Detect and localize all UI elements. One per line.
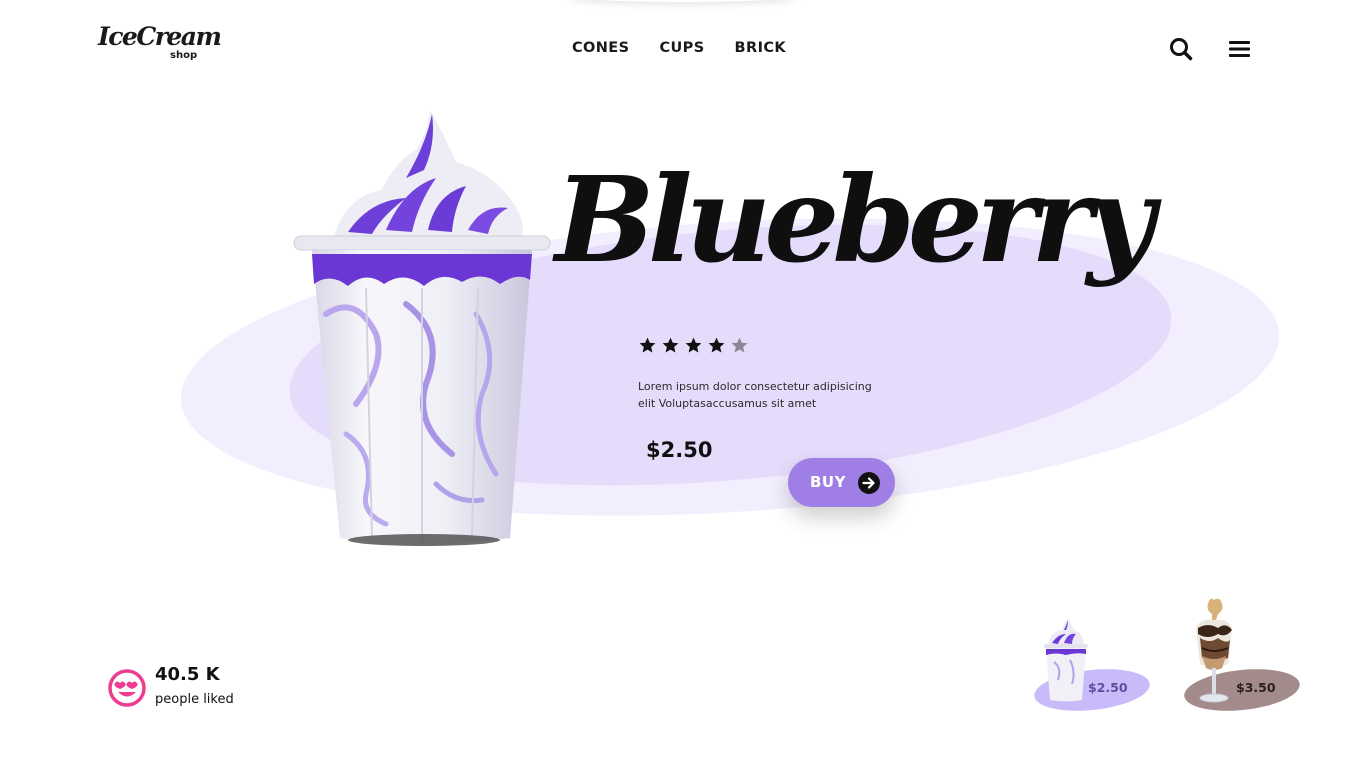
logo-text: IceCream — [98, 22, 222, 51]
thumbnail-blueberry[interactable]: $2.50 — [1030, 614, 1154, 716]
hamburger-menu-icon — [1229, 41, 1250, 57]
thumbnail-price: $2.50 — [1088, 680, 1128, 695]
product-description: Lorem ipsum dolor consectetur adipisicin… — [638, 380, 872, 410]
star-icon — [708, 337, 725, 353]
arrow-right-circle-icon — [858, 472, 880, 494]
nav-link-cones[interactable]: CONES — [572, 40, 629, 56]
logo-subtext: shop — [170, 50, 198, 61]
logo[interactable]: IceCream shop — [98, 22, 222, 66]
thumbnail-chocolate-sundae[interactable]: $3.50 — [1180, 596, 1304, 716]
star-icon — [639, 337, 656, 353]
rating-stars — [638, 336, 749, 355]
blueberry-cup-image — [293, 110, 551, 546]
star-empty-icon — [731, 337, 748, 353]
product-title: Blueberry — [555, 150, 1155, 289]
main-nav: CONES CUPS BRICK — [572, 40, 786, 56]
nav-link-cups[interactable]: CUPS — [659, 40, 704, 56]
nav-link-brick[interactable]: BRICK — [735, 40, 787, 56]
likes-count: 40.5 K — [155, 664, 220, 685]
heart-eyes-emoji-icon — [108, 669, 146, 707]
star-icon — [662, 337, 679, 353]
buy-button-label: BUY — [810, 473, 846, 491]
buy-button[interactable]: BUY — [788, 458, 895, 507]
thumbnail-price: $3.50 — [1236, 680, 1276, 695]
top-tab-shadow — [568, 0, 798, 2]
star-icon — [685, 337, 702, 353]
menu-button[interactable] — [1226, 36, 1252, 62]
search-icon — [1170, 38, 1193, 61]
blueberry-cup-thumbnail — [1044, 618, 1088, 702]
product-price: $2.50 — [646, 438, 713, 462]
chocolate-sundae-thumbnail — [1196, 598, 1232, 703]
search-button[interactable] — [1168, 36, 1194, 62]
likes-label: people liked — [155, 692, 234, 707]
